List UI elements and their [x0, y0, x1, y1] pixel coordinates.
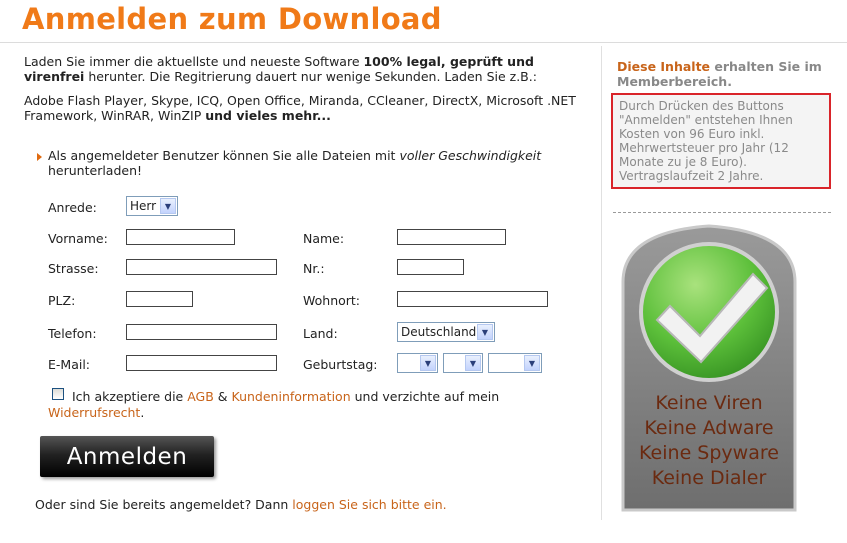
column-divider — [601, 46, 602, 520]
chevron-down-icon: ▼ — [465, 355, 481, 371]
login-text: Oder sind Sie bereits angemeldet? Dann — [35, 497, 293, 512]
strasse-input[interactable] — [126, 259, 277, 275]
wohnort-label: Wohnort: — [303, 293, 361, 308]
agb-text-part: & — [213, 389, 232, 404]
intro-bold-text: und vieles mehr... — [205, 108, 331, 123]
software-list: Adobe Flash Player, Skype, ICQ, Open Off… — [24, 93, 589, 123]
land-select[interactable]: Deutschland ▼ — [397, 322, 495, 342]
sidebar-heading-text: erhalten Sie im — [710, 59, 822, 74]
telefon-label: Telefon: — [48, 326, 97, 341]
sidebar-divider — [613, 212, 831, 213]
telefon-input[interactable] — [126, 324, 277, 340]
nr-input[interactable] — [397, 259, 464, 275]
plz-input[interactable] — [126, 291, 193, 307]
name-input[interactable] — [397, 229, 506, 245]
plz-label: PLZ: — [48, 293, 76, 308]
email-label: E-Mail: — [48, 357, 91, 372]
intro-text: Laden Sie immer die aktuellste und neues… — [24, 54, 582, 84]
security-badge: Keine Viren Keine Adware Keine Spyware K… — [621, 224, 797, 512]
sidebar-heading: Diese Inhalte erhalten Sie im Memberbere… — [617, 59, 832, 89]
member-note-text: herunterladen! — [48, 163, 143, 178]
software-list-line: Adobe Flash Player, Skype, ICQ, Open Off… — [24, 93, 576, 108]
birth-month-select[interactable]: ▼ — [443, 353, 483, 373]
bullet-arrow-icon — [37, 153, 42, 161]
software-list-line: Framework, WinRAR, WinZIP — [24, 108, 206, 123]
intro-bold-text: virenfrei — [24, 69, 85, 84]
badge-line: Keine Dialer — [652, 467, 767, 489]
kundeninformation-link[interactable]: Kundeninformation — [232, 389, 351, 404]
geburtstag-label: Geburtstag: — [303, 357, 378, 372]
anrede-select[interactable]: Herr ▼ — [126, 196, 178, 216]
anmelden-button[interactable]: Anmelden — [40, 436, 214, 477]
chevron-down-icon: ▼ — [420, 355, 436, 371]
vorname-label: Vorname: — [48, 231, 108, 246]
page-title: Anmelden zum Download — [22, 2, 442, 36]
header-divider — [0, 42, 847, 43]
name-label: Name: — [303, 231, 345, 246]
chevron-down-icon: ▼ — [160, 198, 176, 214]
agb-text: Ich akzeptiere die AGB & Kundeninformati… — [72, 389, 512, 404]
badge-green-circle — [639, 242, 779, 382]
agb-text-part: . — [140, 405, 145, 420]
chevron-down-icon: ▼ — [477, 324, 493, 340]
member-note-text: Als angemeldeter Benutzer können Sie all… — [48, 148, 400, 163]
intro-text-part: Laden Sie immer die aktuellste und neues… — [24, 54, 364, 69]
badge-line: Keine Viren — [655, 392, 762, 414]
widerrufsrecht-link[interactable]: Widerrufsrecht — [48, 405, 140, 420]
login-line: Oder sind Sie bereits angemeldet? Dann l… — [35, 497, 447, 512]
nr-label: Nr.: — [303, 261, 325, 276]
intro-bold-text: 100% legal, geprüft und — [363, 54, 534, 69]
badge-line: Keine Spyware — [639, 442, 779, 464]
intro-text-part: herunter. Die Regitrierung dauert nur we… — [84, 69, 537, 84]
sidebar-heading-text: Memberbereich. — [617, 74, 732, 89]
agb-text-part: und verzichte auf mein — [350, 389, 500, 404]
agb-checkbox[interactable] — [52, 388, 64, 400]
member-note: Als angemeldeter Benutzer können Sie all… — [48, 148, 588, 178]
chevron-down-icon: ▼ — [524, 355, 540, 371]
widerruf-line: Widerrufsrecht. — [48, 405, 144, 420]
birth-day-select[interactable]: ▼ — [397, 353, 438, 373]
strasse-label: Strasse: — [48, 261, 99, 276]
anrede-label: Anrede: — [48, 200, 97, 215]
agb-text-part: Ich akzeptiere die — [72, 389, 188, 404]
land-value: Deutschland — [401, 325, 477, 339]
member-note-italic: voller Geschwindigkeit — [399, 148, 542, 163]
land-label: Land: — [303, 326, 338, 341]
email-input[interactable] — [126, 355, 277, 371]
cost-notice: Durch Drücken des Buttons "Anmelden" ent… — [611, 93, 831, 189]
vorname-input[interactable] — [126, 229, 235, 245]
login-text: . — [442, 497, 447, 512]
badge-line: Keine Adware — [644, 417, 773, 439]
wohnort-input[interactable] — [397, 291, 548, 307]
birth-year-select[interactable]: ▼ — [488, 353, 542, 373]
agb-link[interactable]: AGB — [187, 389, 214, 404]
login-link[interactable]: loggen Sie sich bitte ein — [292, 497, 442, 512]
sidebar-heading-accent: Diese Inhalte — [617, 59, 711, 74]
anrede-value: Herr — [130, 199, 157, 213]
